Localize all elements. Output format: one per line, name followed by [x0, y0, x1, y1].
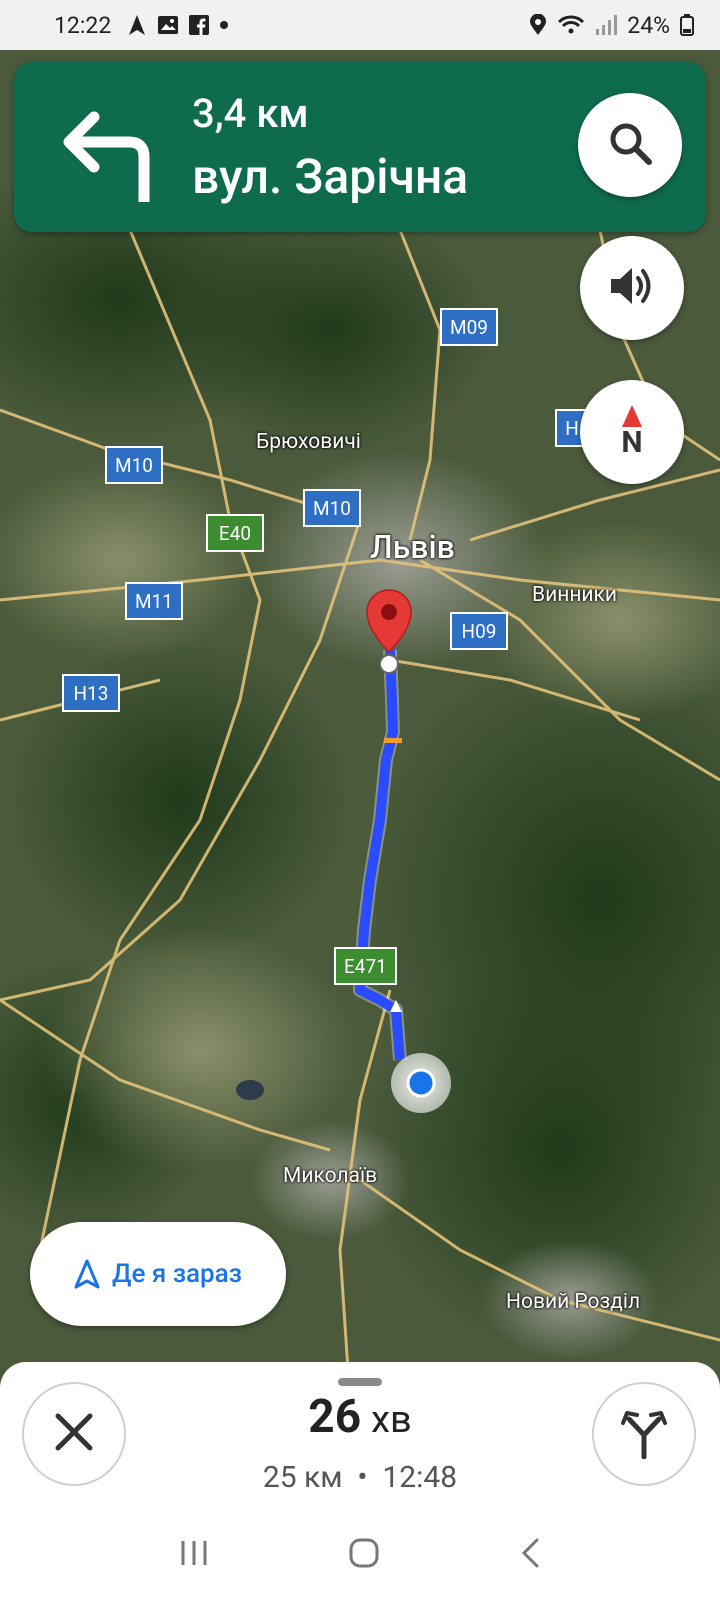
- road-shield: E40: [206, 514, 264, 552]
- image-icon: [157, 15, 179, 35]
- current-location-dot: [406, 1068, 436, 1098]
- road-shield: E471: [334, 947, 397, 985]
- recent-apps-icon[interactable]: [179, 1539, 209, 1571]
- place-label: Брюховичі: [256, 430, 361, 454]
- place-label-city: Львів: [370, 528, 455, 566]
- status-time: 12:22: [54, 11, 112, 39]
- road-shield: H13: [62, 674, 120, 712]
- dot-icon: [219, 20, 229, 30]
- road-shield: M10: [303, 489, 361, 527]
- road-shield: M10: [105, 446, 163, 484]
- place-label: Винники: [532, 583, 618, 607]
- road-shield: H09: [450, 612, 508, 650]
- maneuver-street: вул. Зарічна: [192, 148, 469, 205]
- eta-unit: хв: [371, 1398, 412, 1442]
- where-am-i-label: Де я зараз: [112, 1259, 242, 1289]
- compass-icon: N: [621, 405, 643, 460]
- compass-button[interactable]: N: [580, 380, 684, 484]
- signal-icon: [595, 14, 618, 36]
- place-label: Новий Розділ: [506, 1290, 641, 1314]
- wifi-icon: [557, 14, 585, 36]
- compass-north-label: N: [621, 425, 643, 460]
- road-shield: M09: [440, 308, 498, 346]
- battery-percent: 24%: [627, 11, 670, 39]
- turn-left-icon: [54, 102, 154, 208]
- battery-icon: [680, 14, 694, 36]
- home-icon[interactable]: [348, 1537, 380, 1573]
- volume-icon: [608, 264, 656, 312]
- navigation-arrow-icon: [127, 14, 147, 36]
- route-split-icon: [617, 1405, 671, 1463]
- road-shield: M11: [125, 582, 183, 620]
- maneuver-distance: 3,4 км: [192, 90, 309, 137]
- navigation-arrow-icon: [74, 1259, 100, 1289]
- alternate-routes-button[interactable]: [592, 1382, 696, 1486]
- location-pin-icon: [529, 14, 547, 36]
- sound-button[interactable]: [580, 236, 684, 340]
- search-icon: [607, 120, 653, 170]
- sheet-drag-handle[interactable]: [338, 1378, 382, 1386]
- system-navigation-bar: [0, 1510, 720, 1600]
- status-bar: 12:22 24%: [0, 0, 720, 50]
- place-label: Миколаїв: [283, 1164, 378, 1188]
- search-button[interactable]: [578, 93, 682, 197]
- where-am-i-button[interactable]: Де я зараз: [30, 1222, 286, 1326]
- facebook-icon: [189, 15, 210, 35]
- back-icon[interactable]: [519, 1537, 541, 1573]
- eta-minutes: 26: [308, 1390, 362, 1444]
